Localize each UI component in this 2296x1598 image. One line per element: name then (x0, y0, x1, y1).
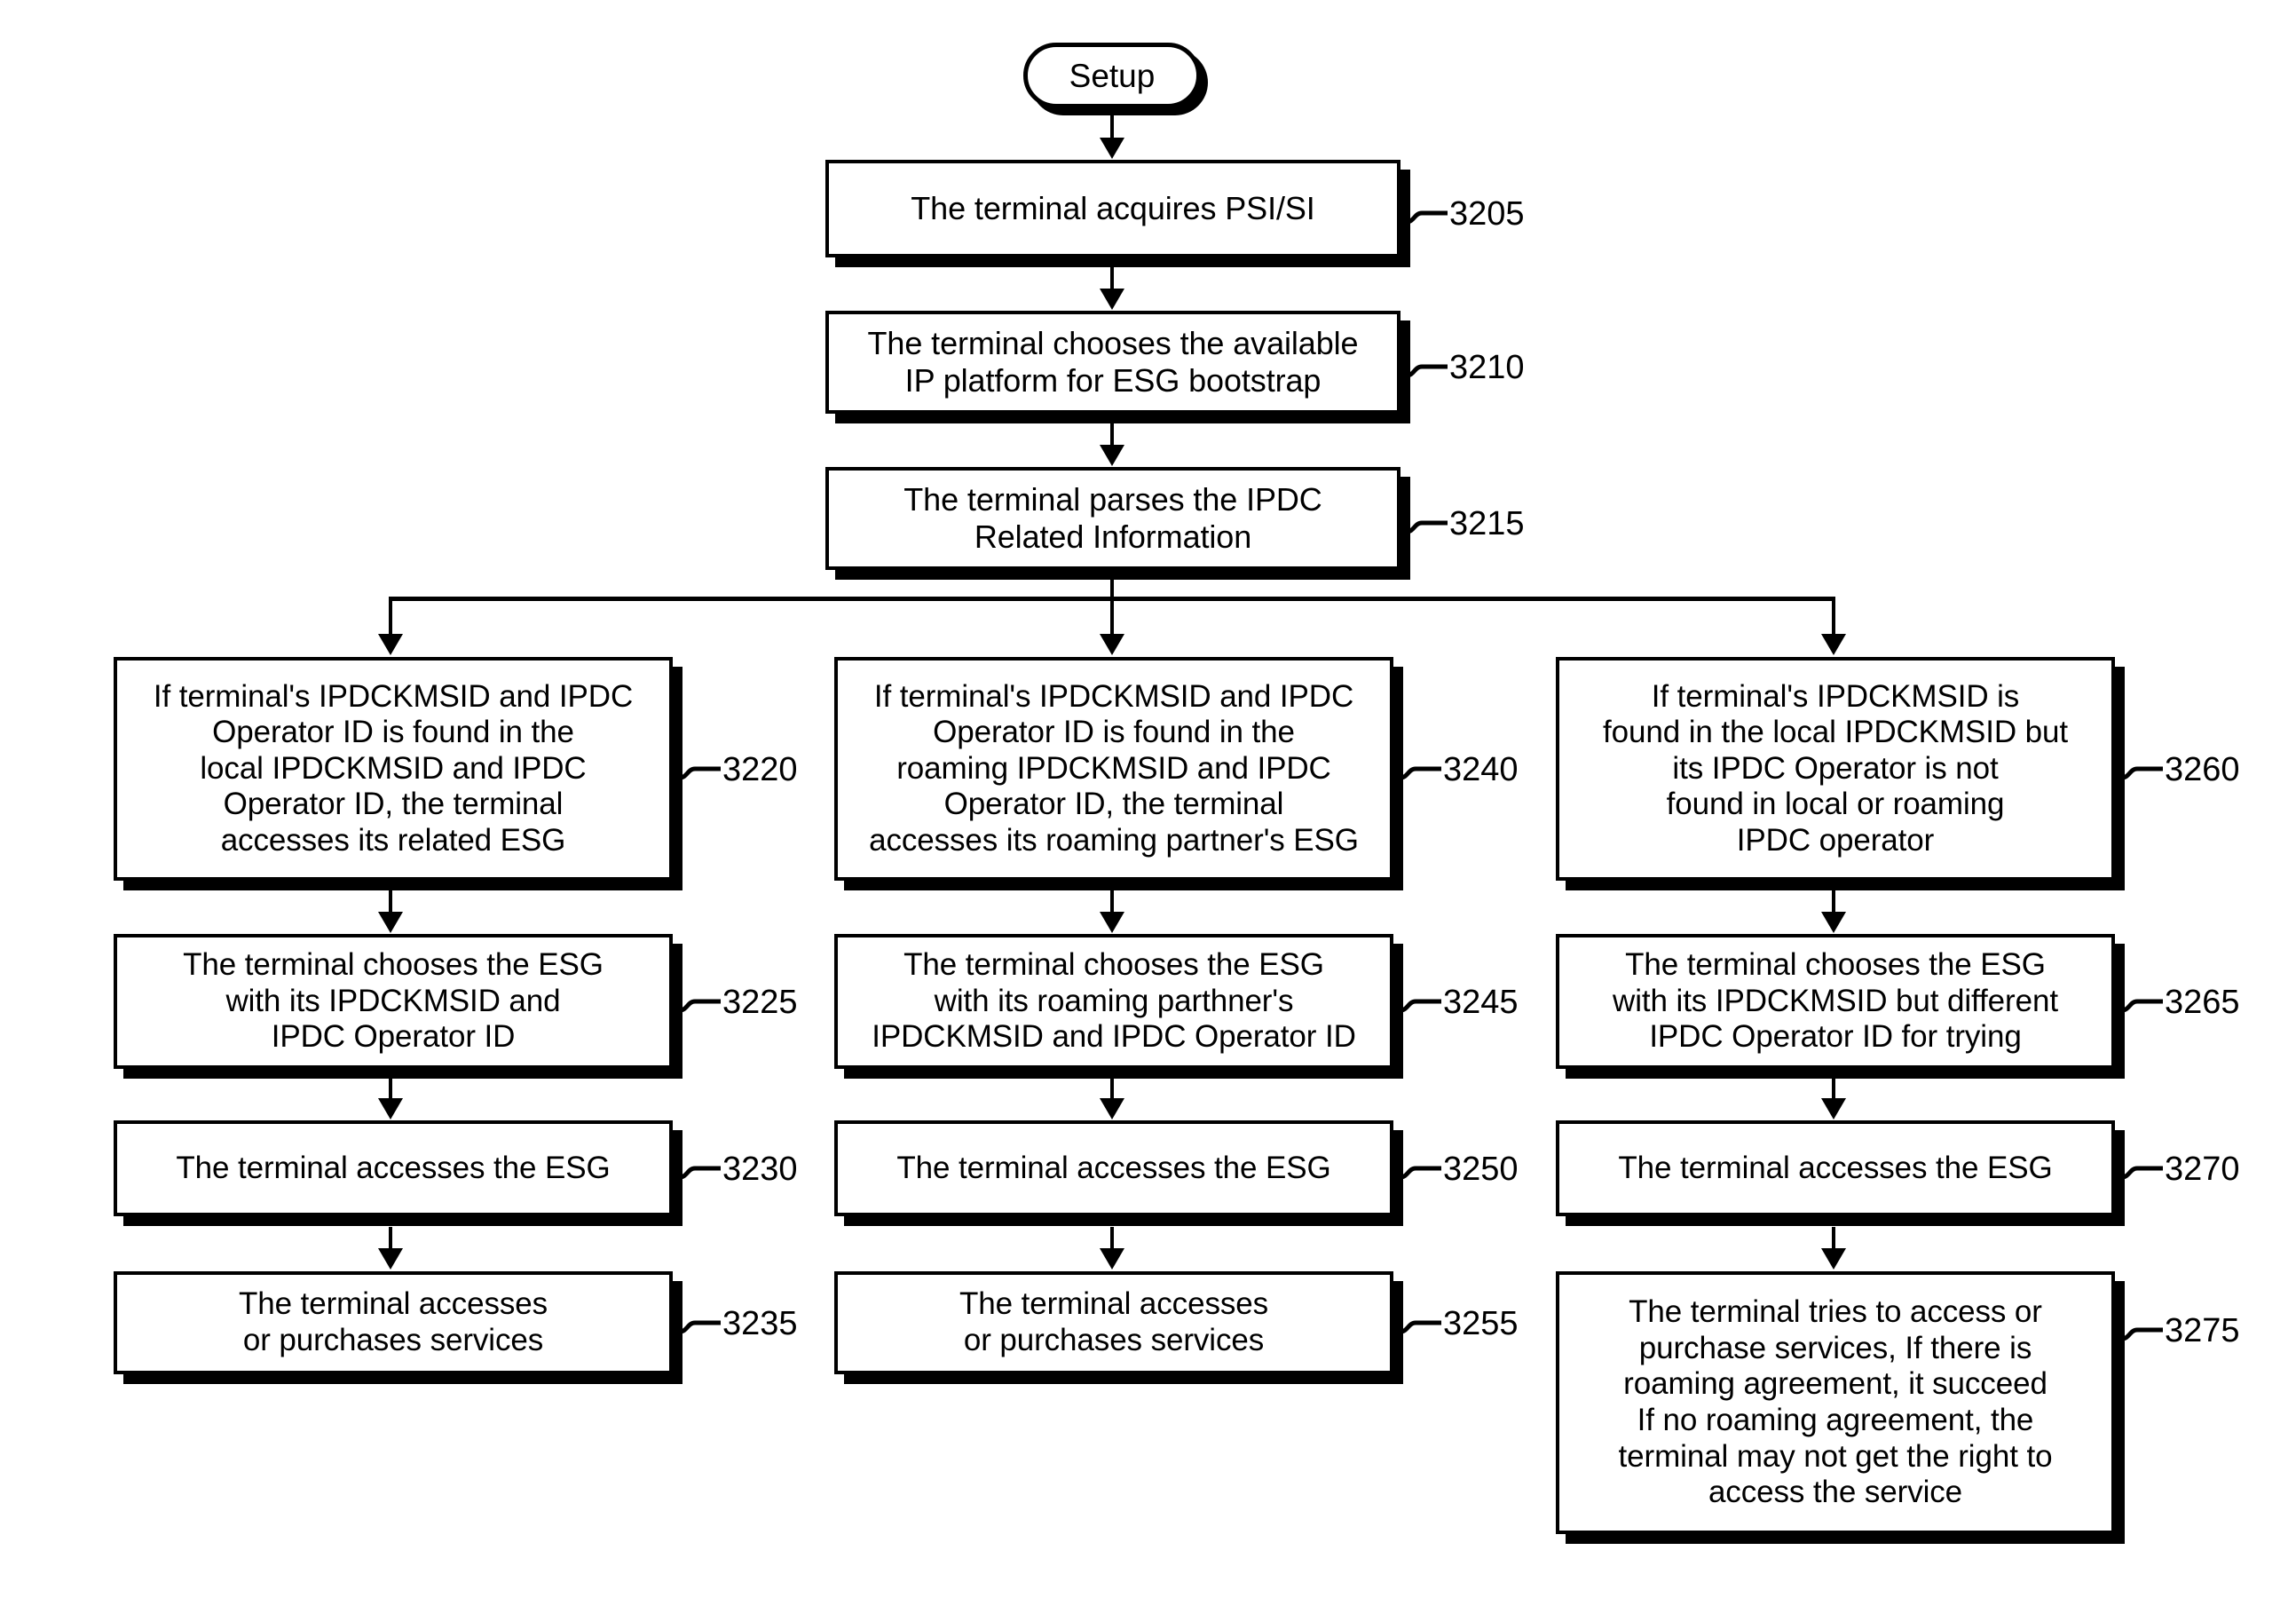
leader-line-3245 (1400, 996, 1441, 1016)
process-node-3265-text: The terminal chooses the ESG with its IP… (1613, 947, 2058, 1055)
process-node-3270-text: The terminal accesses the ESG (1618, 1150, 2053, 1185)
process-node-3230-text: The terminal accesses the ESG (176, 1150, 611, 1185)
arrowhead-3270-to-3275 (1821, 1248, 1846, 1270)
process-node-3275: The terminal tries to access or purchase… (1556, 1271, 2115, 1534)
reference-numeral-3275: 3275 (2165, 1312, 2240, 1349)
reference-numeral-3205: 3205 (1449, 195, 1525, 233)
leader-line-3215 (1406, 518, 1448, 537)
reference-numeral-3225: 3225 (722, 984, 798, 1021)
leader-line-3230 (679, 1163, 721, 1183)
process-node-3210-text: The terminal chooses the available IP pl… (867, 325, 1359, 399)
process-node-3225: The terminal chooses the ESG with its IP… (114, 934, 673, 1069)
arrowhead-3260-to-3265 (1821, 912, 1846, 933)
process-node-3220: If terminal's IPDCKMSID and IPDC Operato… (114, 657, 673, 881)
process-node-3245-text: The terminal chooses the ESG with its ro… (872, 947, 1356, 1055)
arrowhead-3245-to-3250 (1100, 1098, 1124, 1119)
reference-numeral-3245: 3245 (1443, 984, 1519, 1021)
start-terminator-label: Setup (1069, 57, 1156, 94)
arrowhead-start-to-3205 (1100, 138, 1124, 159)
process-node-3255-text: The terminal accesses or purchases servi… (959, 1286, 1269, 1357)
reference-numeral-3250: 3250 (1443, 1151, 1519, 1188)
process-node-3250-text: The terminal accesses the ESG (896, 1150, 1331, 1185)
reference-numeral-3255: 3255 (1443, 1305, 1519, 1342)
process-node-3235-text: The terminal accesses or purchases servi… (238, 1286, 548, 1357)
start-terminator: Setup (1023, 43, 1201, 108)
leader-line-3210 (1406, 361, 1448, 381)
reference-numeral-3210: 3210 (1449, 349, 1525, 386)
arrowhead-3265-to-3270 (1821, 1098, 1846, 1119)
arrowhead-3220-to-3225 (378, 912, 403, 933)
arrowhead-bus-to-3220 (378, 634, 403, 655)
leader-line-3235 (679, 1317, 721, 1337)
arrowhead-bus-to-3260 (1821, 634, 1846, 655)
leader-line-3250 (1400, 1163, 1441, 1183)
leader-line-3240 (1400, 763, 1441, 783)
process-node-3260: If terminal's IPDCKMSID is found in the … (1556, 657, 2115, 881)
process-node-3245: The terminal chooses the ESG with its ro… (834, 934, 1393, 1069)
leader-line-3255 (1400, 1317, 1441, 1337)
process-node-3215-text: The terminal parses the IPDC Related Inf… (903, 481, 1322, 555)
process-node-3205-text: The terminal acquires PSI/SI (911, 190, 1315, 227)
leader-line-3225 (679, 996, 721, 1016)
process-node-3240: If terminal's IPDCKMSID and IPDC Operato… (834, 657, 1393, 881)
process-node-3270: The terminal accesses the ESG (1556, 1120, 2115, 1216)
process-node-3275-text: The terminal tries to access or purchase… (1618, 1294, 2053, 1510)
reference-numeral-3260: 3260 (2165, 751, 2240, 788)
process-node-3235: The terminal accesses or purchases servi… (114, 1271, 673, 1374)
reference-numeral-3235: 3235 (722, 1305, 798, 1342)
leader-line-3275 (2121, 1325, 2163, 1344)
arrowhead-3240-to-3245 (1100, 912, 1124, 933)
reference-numeral-3230: 3230 (722, 1151, 798, 1188)
process-node-3250: The terminal accesses the ESG (834, 1120, 1393, 1216)
process-node-3205: The terminal acquires PSI/SI (825, 160, 1400, 257)
reference-numeral-3265: 3265 (2165, 984, 2240, 1021)
process-node-3220-text: If terminal's IPDCKMSID and IPDC Operato… (153, 678, 634, 858)
leader-line-3205 (1406, 208, 1448, 227)
process-node-3265: The terminal chooses the ESG with its IP… (1556, 934, 2115, 1069)
reference-numeral-3240: 3240 (1443, 751, 1519, 788)
leader-line-3270 (2121, 1163, 2163, 1183)
leader-line-3265 (2121, 996, 2163, 1016)
arrowhead-3210-to-3215 (1100, 445, 1124, 466)
process-node-3210: The terminal chooses the available IP pl… (825, 311, 1400, 414)
arrowhead-3250-to-3255 (1100, 1248, 1124, 1270)
process-node-3230: The terminal accesses the ESG (114, 1120, 673, 1216)
process-node-3260-text: If terminal's IPDCKMSID is found in the … (1602, 678, 2068, 858)
reference-numeral-3215: 3215 (1449, 505, 1525, 542)
arrowhead-3230-to-3235 (378, 1248, 403, 1270)
process-node-3215: The terminal parses the IPDC Related Inf… (825, 467, 1400, 570)
process-node-3240-text: If terminal's IPDCKMSID and IPDC Operato… (869, 678, 1359, 858)
process-node-3225-text: The terminal chooses the ESG with its IP… (183, 947, 604, 1055)
arrowhead-bus-to-3240 (1100, 634, 1124, 655)
figure-canvas: Setup The terminal acquires PSI/SI 3205 … (0, 0, 2296, 1598)
reference-numeral-3220: 3220 (722, 751, 798, 788)
leader-line-3220 (679, 763, 721, 783)
arrowhead-3225-to-3230 (378, 1098, 403, 1119)
process-node-3255: The terminal accesses or purchases servi… (834, 1271, 1393, 1374)
leader-line-3260 (2121, 763, 2163, 783)
reference-numeral-3270: 3270 (2165, 1151, 2240, 1188)
arrowhead-3205-to-3210 (1100, 289, 1124, 310)
